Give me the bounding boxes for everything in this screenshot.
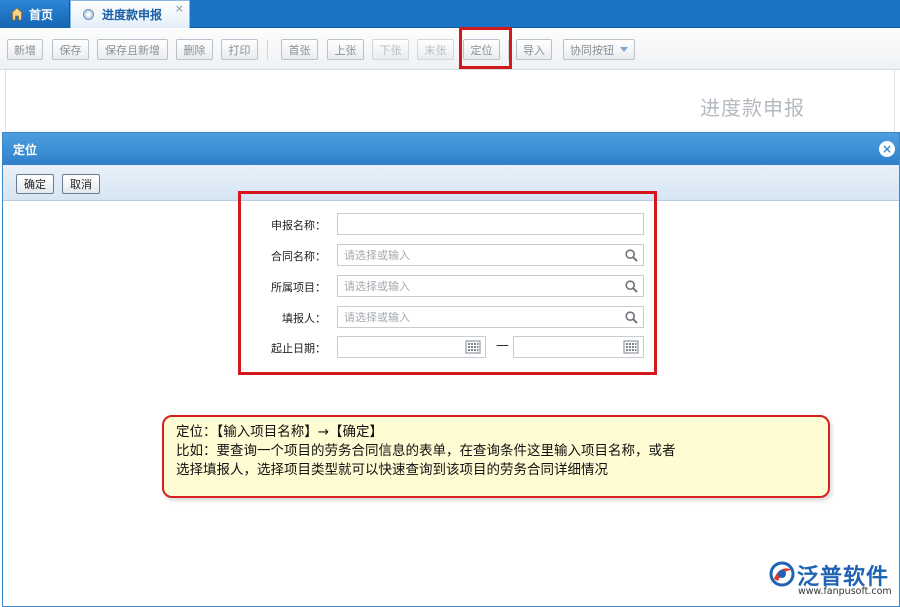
toolbar-divider	[508, 40, 509, 60]
last-record-button[interactable]: 末张	[417, 39, 454, 60]
project-input[interactable]: 请选择或输入	[337, 275, 644, 297]
fanpu-logo: 泛普软件 www.fanpusoft.com	[768, 559, 896, 599]
tab-progress-payment-label: 进度款申报	[102, 8, 163, 22]
search-icon[interactable]	[622, 246, 640, 264]
save-and-add-button[interactable]: 保存且新增	[97, 39, 168, 60]
tab-bar: 首页 进度款申报 ×	[0, 0, 900, 28]
search-icon[interactable]	[622, 308, 640, 326]
collaboration-button[interactable]: 协同按钮	[563, 39, 635, 60]
dialog-title: 定位	[13, 142, 38, 157]
reporter-row: 填报人： 请选择或输入	[240, 306, 650, 328]
close-icon[interactable]: ×	[879, 141, 895, 157]
previous-record-button[interactable]: 上张	[327, 39, 364, 60]
calendar-icon[interactable]	[465, 339, 481, 355]
import-button[interactable]: 导入	[516, 39, 552, 60]
next-record-button[interactable]: 下张	[372, 39, 409, 60]
chevron-down-icon	[620, 47, 628, 52]
calendar-icon[interactable]	[623, 339, 639, 355]
locate-button[interactable]: 定位	[463, 39, 500, 60]
toolbar-divider	[267, 40, 268, 60]
dialog-toolbar: 确定 取消	[3, 165, 899, 201]
note-line-1: 定位：【输入项目名称】→【确定】	[176, 424, 384, 440]
home-icon	[10, 7, 24, 21]
logo-url: www.fanpusoft.com	[798, 586, 892, 597]
contract-name-placeholder: 请选择或输入	[344, 249, 410, 262]
contract-name-label: 合同名称：	[271, 250, 326, 263]
report-name-input[interactable]	[337, 213, 644, 235]
dialog-title-bar: 定位 ×	[3, 133, 899, 165]
fanpu-logo-icon	[769, 561, 795, 587]
reporter-label: 填报人：	[282, 312, 326, 325]
date-range-separator: —	[496, 338, 509, 353]
date-range-label: 起止日期：	[271, 342, 326, 355]
tab-home[interactable]: 首页	[0, 0, 70, 28]
report-name-label: 申报名称：	[271, 219, 326, 232]
add-button[interactable]: 新增	[7, 39, 43, 60]
tab-home-label: 首页	[29, 7, 54, 22]
locate-dialog: 定位 × 确定 取消	[2, 132, 900, 607]
instruction-note: 定位：【输入项目名称】→【确定】 比如：要查询一个项目的劳务合同信息的表单，在查…	[162, 415, 830, 498]
cancel-button[interactable]: 取消	[62, 174, 100, 194]
start-date-input[interactable]	[337, 336, 486, 358]
reporter-placeholder: 请选择或输入	[344, 311, 410, 324]
project-label: 所属项目：	[271, 281, 326, 294]
search-icon[interactable]	[622, 277, 640, 295]
page-title: 进度款申报	[700, 96, 805, 120]
date-range-row: 起止日期： —	[240, 336, 650, 358]
contract-name-row: 合同名称： 请选择或输入	[240, 244, 650, 266]
contract-name-input[interactable]: 请选择或输入	[337, 244, 644, 266]
collaboration-button-label: 协同按钮	[570, 43, 614, 57]
close-icon[interactable]: ×	[175, 2, 184, 15]
first-record-button[interactable]: 首张	[281, 39, 318, 60]
report-name-row: 申报名称：	[240, 213, 650, 235]
toolbar: 新增 保存 保存且新增 删除 打印 首张 上张 下张 末张 定位 导入 协同按钮	[0, 28, 900, 70]
print-button[interactable]: 打印	[221, 39, 258, 60]
end-date-input[interactable]	[513, 336, 644, 358]
tab-progress-payment[interactable]: 进度款申报 ×	[70, 0, 190, 28]
save-button[interactable]: 保存	[52, 39, 89, 60]
project-row: 所属项目： 请选择或输入	[240, 275, 650, 297]
project-placeholder: 请选择或输入	[344, 280, 410, 293]
reporter-input[interactable]: 请选择或输入	[337, 306, 644, 328]
note-line-3: 选择填报人，选择项目类型就可以快速查询到该项目的劳务合同详细情况	[176, 462, 608, 478]
tab-dot-icon	[83, 9, 94, 20]
delete-button[interactable]: 删除	[176, 39, 213, 60]
confirm-button[interactable]: 确定	[16, 174, 54, 194]
note-line-2: 比如：要查询一个项目的劳务合同信息的表单，在查询条件这里输入项目名称，或者	[176, 443, 676, 459]
